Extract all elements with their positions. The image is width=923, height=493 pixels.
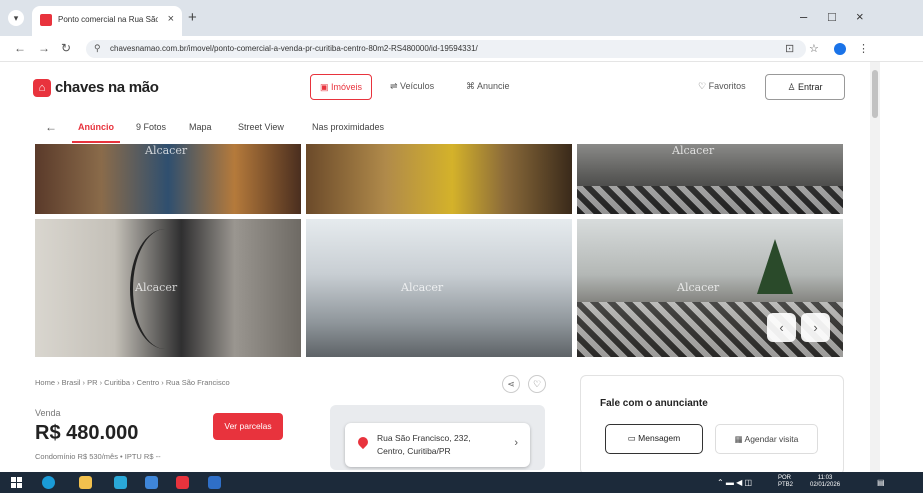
address-line-2: Centro, Curitiba/PR xyxy=(377,446,451,456)
gallery-photo-3[interactable]: Alcacer xyxy=(577,144,843,214)
gallery-photo-2[interactable] xyxy=(306,144,572,214)
store-icon[interactable] xyxy=(114,476,127,489)
site-logo[interactable]: chaves na mão xyxy=(55,79,159,96)
contact-title: Fale com o anunciante xyxy=(600,398,708,409)
megaphone-icon: ⌘ xyxy=(466,81,478,91)
christmas-tree xyxy=(757,239,793,294)
browser-tab[interactable]: Ponto comercial na Rua São Fr × xyxy=(32,6,182,36)
active-tab-indicator xyxy=(72,141,120,143)
clock-date: 02/01/2026 xyxy=(810,482,841,488)
windows-start-icon[interactable] xyxy=(11,477,22,488)
clock-time: 11:03 xyxy=(817,475,833,481)
language-indicator[interactable]: POR PTB2 xyxy=(778,475,793,489)
gallery-prev-button[interactable]: ‹ xyxy=(767,313,796,342)
nav-imoveis[interactable]: ▣ Imóveis xyxy=(310,74,372,100)
site-info-icon[interactable]: ⚲ xyxy=(94,43,101,54)
keyboard-layout: PTB2 xyxy=(778,482,794,488)
bookmark-star-icon[interactable]: ☆ xyxy=(809,42,819,55)
favorites-label: Favoritos xyxy=(708,81,746,91)
gallery-photo-4[interactable]: Alcacer xyxy=(35,219,301,357)
gallery-next-button[interactable]: › xyxy=(801,313,830,342)
chevron-right-icon: › xyxy=(514,437,518,449)
language-code: POR xyxy=(778,475,792,481)
favorites-link[interactable]: ♡ Favoritos xyxy=(698,81,746,92)
tab-fotos[interactable]: 9 Fotos xyxy=(136,122,166,132)
scrollbar-thumb[interactable] xyxy=(872,70,878,118)
floor-pattern xyxy=(577,186,843,214)
price: R$ 480.000 xyxy=(35,422,139,444)
pdf-icon[interactable] xyxy=(176,476,189,489)
page-scrollbar[interactable] xyxy=(870,62,880,472)
back-arrow-icon[interactable]: ← xyxy=(45,120,57,134)
photo-watermark: Alcacer xyxy=(135,281,178,294)
profile-avatar[interactable] xyxy=(834,43,846,55)
calendar-icon: ▦ xyxy=(734,434,745,444)
word-icon[interactable] xyxy=(145,476,158,489)
new-tab-button[interactable]: + xyxy=(188,9,197,26)
notifications-icon[interactable]: ▤ xyxy=(877,478,885,487)
car-icon: ⇌ xyxy=(390,81,401,91)
tab-anuncio[interactable]: Anúncio xyxy=(78,122,114,132)
breadcrumb[interactable]: Home › Brasil › PR › Curitiba › Centro ›… xyxy=(35,378,230,387)
user-icon: ♙ xyxy=(787,82,799,92)
cast-icon[interactable]: ⊡ xyxy=(785,42,794,55)
edge-icon[interactable] xyxy=(42,476,55,489)
minimize-button[interactable]: – xyxy=(800,9,807,24)
app-icon[interactable] xyxy=(208,476,221,489)
installments-button[interactable]: Ver parcelas xyxy=(213,413,283,440)
address-bar[interactable]: ⚲ chavesnamao.com.br/imovel/ponto-comerc… xyxy=(86,40,806,58)
chat-icon: ▭ xyxy=(627,433,639,443)
photo-watermark: Alcacer xyxy=(145,144,188,157)
tab-title: Ponto comercial na Rua São Fr xyxy=(58,15,158,24)
file-explorer-icon[interactable] xyxy=(79,476,92,489)
site-favicon-icon xyxy=(40,14,52,26)
location-pin-icon xyxy=(355,434,371,450)
url-text: chavesnamao.com.br/imovel/ponto-comercia… xyxy=(110,44,478,53)
listing-subnav: ← Anúncio 9 Fotos Mapa Street View Nas p… xyxy=(0,115,870,143)
schedule-visit-label: Agendar visita xyxy=(744,434,799,444)
back-icon[interactable]: ← xyxy=(14,41,26,55)
photo-watermark: Alcacer xyxy=(401,281,444,294)
nav-veiculos-label: Veículos xyxy=(400,81,435,91)
tab-street-view[interactable]: Street View xyxy=(238,122,284,132)
nav-anuncie[interactable]: ⌘ Anuncie xyxy=(466,81,510,92)
browser-window: ▾ Ponto comercial na Rua São Fr × + – □ … xyxy=(0,0,923,493)
login-label: Entrar xyxy=(798,82,823,92)
clock[interactable]: 11:03 02/01/2026 xyxy=(810,475,840,489)
photo-watermark: Alcacer xyxy=(677,281,720,294)
photo-watermark: Alcacer xyxy=(672,144,715,157)
tab-mapa[interactable]: Mapa xyxy=(189,122,212,132)
taskbar: ⌃ ▬ ◀ ◫ POR PTB2 11:03 02/01/2026 ▤ xyxy=(0,472,923,493)
heart-icon: ♡ xyxy=(698,81,709,91)
fees-text: Condomínio R$ 530/mês • IPTU R$ -- xyxy=(35,452,161,461)
reload-icon[interactable]: ↻ xyxy=(61,41,71,55)
tab-close-icon[interactable]: × xyxy=(168,13,174,25)
favorite-heart-icon[interactable]: ♡ xyxy=(528,375,546,393)
tray-icons[interactable]: ⌃ ▬ ◀ ◫ xyxy=(717,478,752,487)
nav-anuncie-label: Anuncie xyxy=(477,81,510,91)
nav-veiculos[interactable]: ⇌ Veículos xyxy=(390,81,434,92)
close-window-button[interactable]: × xyxy=(856,9,864,24)
address-text: Rua São Francisco, 232, Centro, Curitiba… xyxy=(377,432,471,458)
share-icon[interactable]: ⋖ xyxy=(502,375,520,393)
tab-search-icon[interactable]: ▾ xyxy=(8,10,24,26)
building-icon: ▣ xyxy=(319,82,331,92)
address-line-1: Rua São Francisco, 232, xyxy=(377,433,471,443)
forward-icon[interactable]: → xyxy=(38,41,50,55)
message-label: Mensagem xyxy=(638,433,681,443)
login-button[interactable]: ♙ Entrar xyxy=(765,74,845,100)
maximize-button[interactable]: □ xyxy=(828,9,836,24)
price-label: Venda xyxy=(35,408,61,418)
gallery-photo-5[interactable]: Alcacer xyxy=(306,219,572,357)
logo-icon[interactable]: ⌂ xyxy=(33,79,51,97)
address-card[interactable]: Rua São Francisco, 232, Centro, Curitiba… xyxy=(345,423,530,467)
tab-nas-proximidades[interactable]: Nas proximidades xyxy=(312,122,384,132)
gallery-photo-1[interactable]: Alcacer xyxy=(35,144,301,214)
browser-toolbar: ← → ↻ ⚲ chavesnamao.com.br/imovel/ponto-… xyxy=(0,36,923,62)
message-button[interactable]: ▭ Mensagem xyxy=(605,424,703,454)
tab-strip: ▾ Ponto comercial na Rua São Fr × + – □ … xyxy=(0,0,923,36)
nav-imoveis-label: Imóveis xyxy=(331,82,363,92)
browser-menu-icon[interactable]: ⋮ xyxy=(858,42,869,55)
schedule-visit-button[interactable]: ▦ Agendar visita xyxy=(715,424,818,454)
